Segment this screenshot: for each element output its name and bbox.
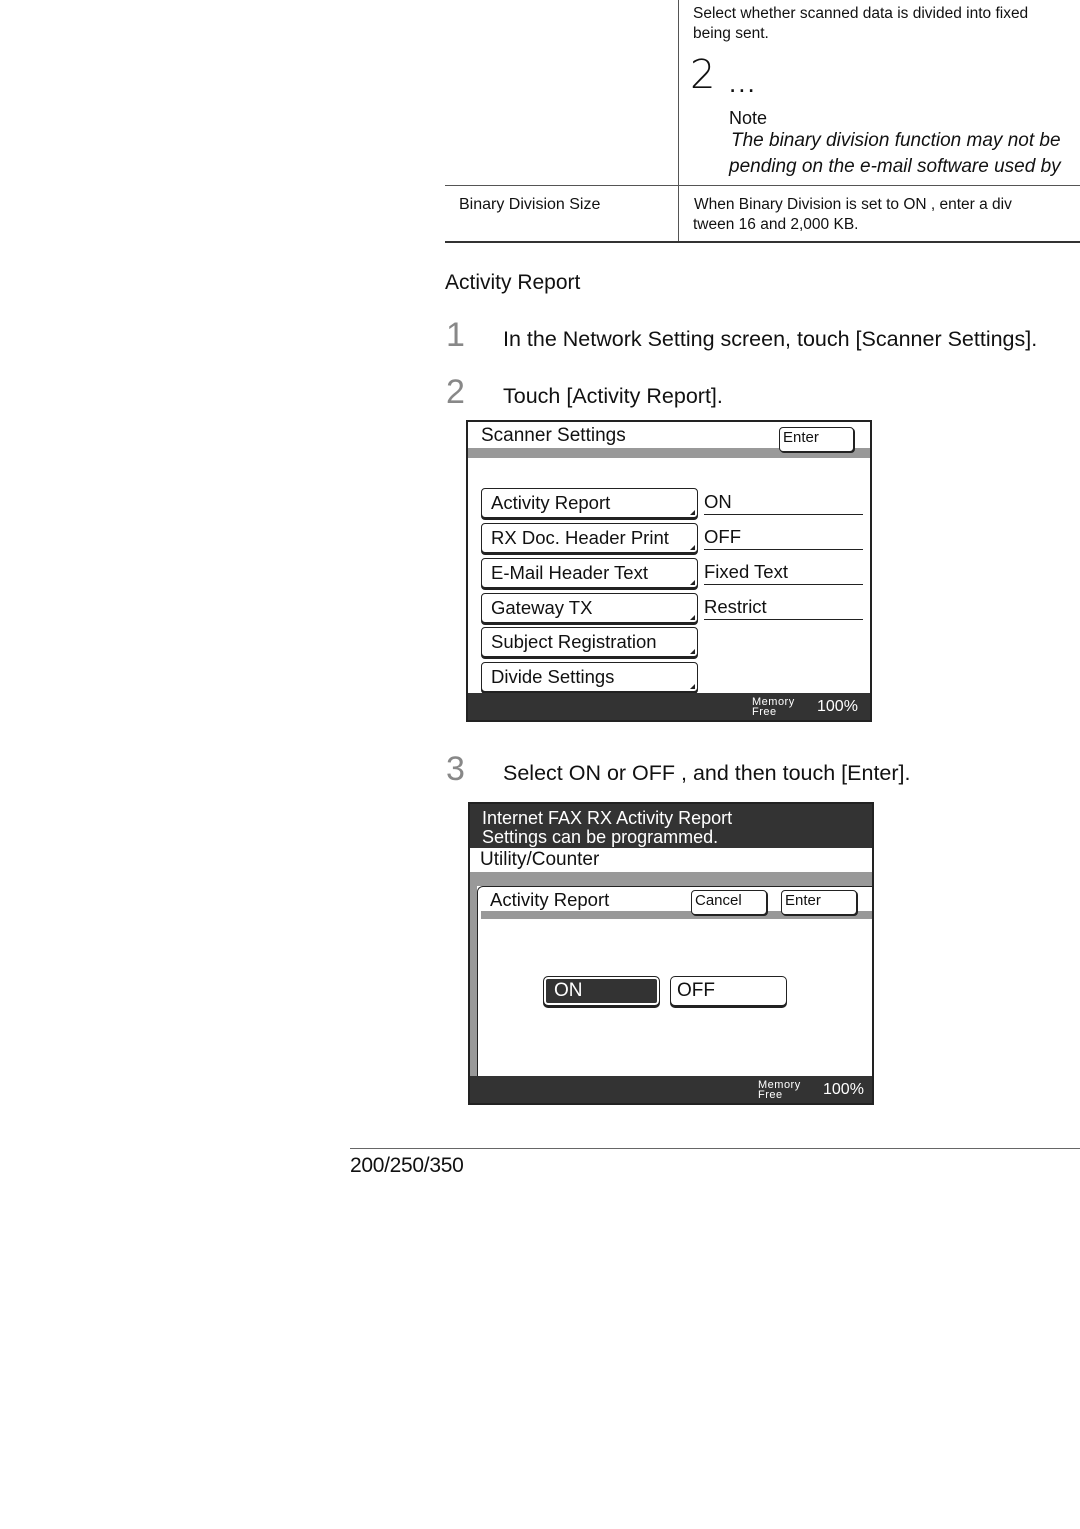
off-option-button[interactable]: OFF <box>670 976 787 1006</box>
memory-free-value: 100% <box>823 1081 864 1098</box>
note-body-line1: The binary division function may not be <box>731 130 1061 151</box>
row1-description-line1: Select whether scanned data is divided i… <box>693 5 1029 22</box>
row1-marker-number: 2 <box>690 52 716 98</box>
screen-title: Scanner Settings <box>481 425 626 446</box>
activity-report-button[interactable]: Activity Report <box>481 488 698 518</box>
message-line-1: Internet FAX RX Activity Report <box>482 808 733 828</box>
step-2-number: 2 <box>446 373 465 411</box>
gateway-tx-button[interactable]: Gateway TX <box>481 593 698 623</box>
row1-marker-dots: ... <box>729 68 757 98</box>
message-line-2: Settings can be programmed. <box>482 827 719 847</box>
dialog-title: Activity Report <box>490 889 610 910</box>
gateway-tx-value: Restrict <box>704 593 863 620</box>
table-row-divider <box>445 185 1080 186</box>
enter-button[interactable]: Enter <box>779 427 854 452</box>
footer-divider <box>350 1148 1080 1149</box>
activity-report-screen: Internet FAX RX Activity Report Settings… <box>468 802 874 1105</box>
row2-label: Binary Division Size <box>459 196 601 213</box>
rx-doc-header-print-value: OFF <box>704 523 863 550</box>
free-label: Free <box>752 706 777 718</box>
step-1-text: In the Network Setting screen, touch [Sc… <box>503 327 1038 351</box>
cancel-button[interactable]: Cancel <box>691 890 767 915</box>
activity-report-dialog: Activity Report Cancel Enter ON OFF <box>477 886 872 1080</box>
enter-button[interactable]: Enter <box>781 890 857 915</box>
subject-registration-button[interactable]: Subject Registration <box>481 627 698 657</box>
step-1-number: 1 <box>446 316 465 354</box>
scanner-settings-screen: Scanner Settings Enter Activity Report O… <box>466 420 872 722</box>
section-title: Activity Report <box>445 271 581 294</box>
footer-model: 200/250/350 <box>350 1154 464 1177</box>
activity-report-value: ON <box>704 488 863 515</box>
row2-description-line1: When Binary Division is set to ON , ente… <box>694 196 1012 213</box>
table-bottom-border <box>445 241 1080 243</box>
step-2-text: Touch [Activity Report]. <box>503 384 723 408</box>
divide-settings-button[interactable]: Divide Settings <box>481 662 698 692</box>
note-body-line2: pending on the e-mail software used by <box>729 156 1061 177</box>
step-3-text: Select ON or OFF , and then touch [Enter… <box>503 761 911 785</box>
memory-free-value: 100% <box>817 698 858 715</box>
step-3-number: 3 <box>446 750 465 788</box>
message-area: Internet FAX RX Activity Report Settings… <box>470 804 872 848</box>
email-header-text-value: Fixed Text <box>704 558 863 585</box>
breadcrumb: Utility/Counter <box>480 849 600 870</box>
row1-description-line2: being sent. <box>693 25 769 42</box>
table-column-divider <box>678 0 679 242</box>
email-header-text-button[interactable]: E-Mail Header Text <box>481 558 698 588</box>
free-label: Free <box>758 1089 783 1101</box>
on-option-button[interactable]: ON <box>543 976 660 1006</box>
status-bar: Memory Free 100% <box>470 1076 872 1103</box>
header-stripe <box>470 872 872 886</box>
note-title: Note <box>729 108 768 128</box>
row2-description-line2: tween 16 and 2,000 KB. <box>693 216 859 233</box>
rx-doc-header-print-button[interactable]: RX Doc. Header Print <box>481 523 698 553</box>
status-bar: Memory Free 100% <box>468 693 870 720</box>
side-stripe <box>470 886 477 1078</box>
